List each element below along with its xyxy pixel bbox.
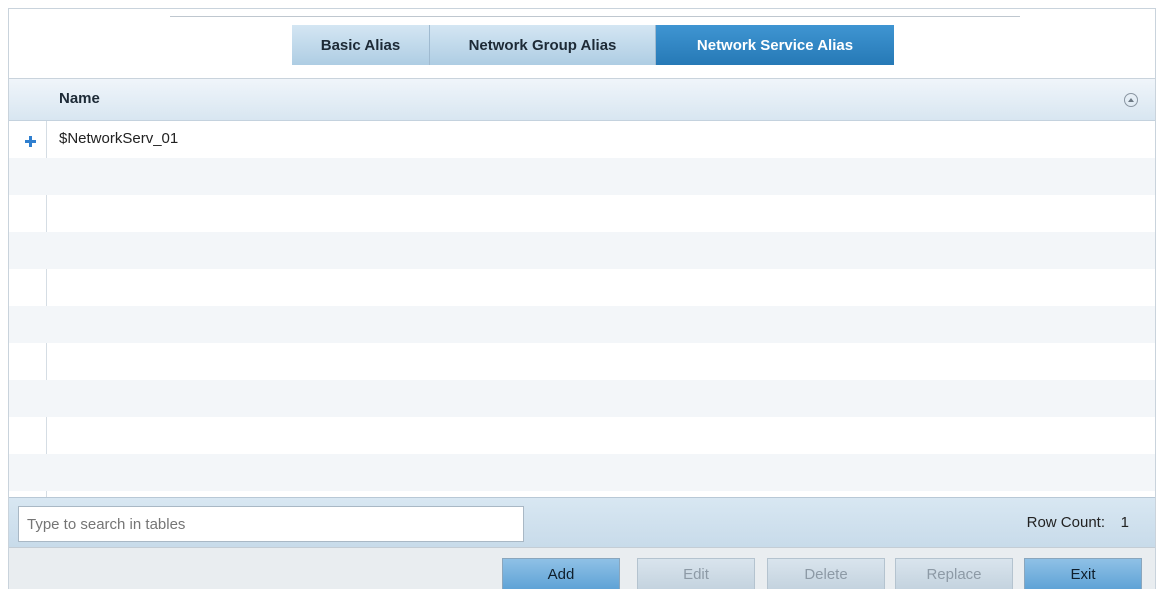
empty-row bbox=[9, 343, 1155, 380]
table-footer: Row Count: 1 bbox=[9, 497, 1155, 547]
table-row[interactable]: $NetworkServ_01 bbox=[9, 121, 1155, 158]
row-count-label: Row Count: bbox=[1026, 514, 1105, 531]
alias-table: Name $NetworkServ_01 bbox=[9, 78, 1155, 497]
row-count-value: 1 bbox=[1120, 514, 1129, 531]
empty-row bbox=[9, 380, 1155, 417]
delete-button: Delete bbox=[767, 558, 885, 589]
table-body: $NetworkServ_01 bbox=[9, 121, 1155, 491]
empty-row bbox=[9, 232, 1155, 269]
empty-row bbox=[9, 269, 1155, 306]
column-header-name[interactable]: Name bbox=[59, 90, 100, 107]
exit-button[interactable]: Exit bbox=[1024, 558, 1142, 589]
table-header: Name bbox=[9, 79, 1155, 121]
table-cell-name: $NetworkServ_01 bbox=[59, 130, 179, 147]
sort-ascending-icon[interactable] bbox=[1124, 93, 1138, 107]
tab-network-group-alias[interactable]: Network Group Alias bbox=[430, 25, 656, 65]
search-input[interactable] bbox=[18, 506, 524, 542]
action-bar: Add Edit Delete Replace Exit bbox=[9, 547, 1155, 589]
replace-button: Replace bbox=[895, 558, 1013, 589]
tab-divider bbox=[170, 16, 1020, 17]
empty-row bbox=[9, 306, 1155, 343]
tab-basic-alias[interactable]: Basic Alias bbox=[292, 25, 430, 65]
empty-row bbox=[9, 158, 1155, 195]
plus-icon[interactable] bbox=[25, 136, 36, 147]
empty-row bbox=[9, 417, 1155, 454]
empty-row bbox=[9, 195, 1155, 232]
tab-network-service-alias[interactable]: Network Service Alias bbox=[656, 25, 894, 65]
alias-tabs: Basic Alias Network Group Alias Network … bbox=[292, 25, 894, 65]
empty-row bbox=[9, 454, 1155, 491]
edit-button: Edit bbox=[637, 558, 755, 589]
add-button[interactable]: Add bbox=[502, 558, 620, 589]
